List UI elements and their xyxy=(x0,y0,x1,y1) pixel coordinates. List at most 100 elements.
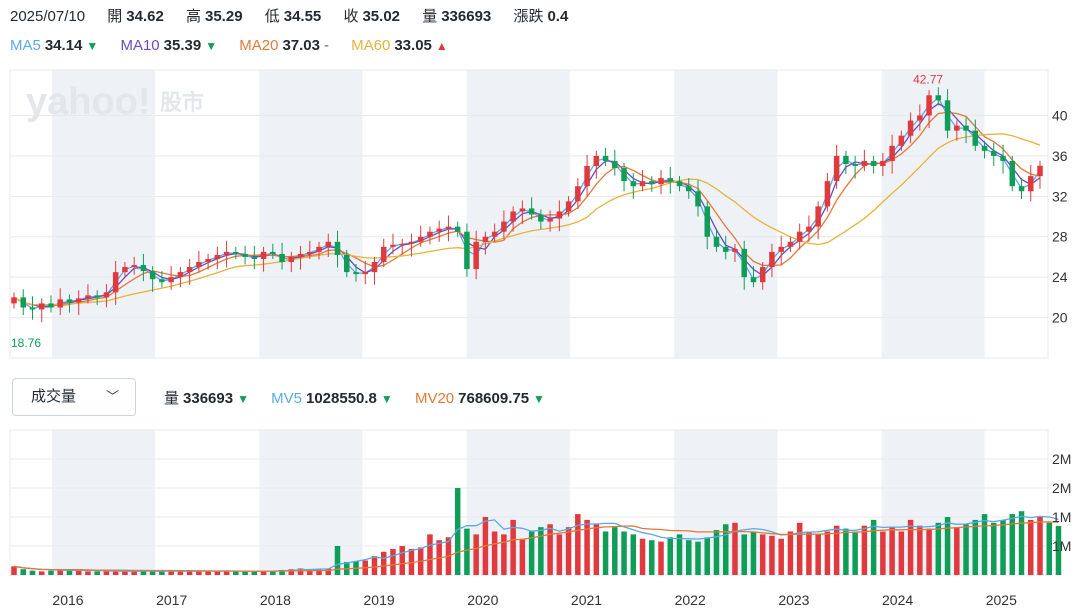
volume-bar xyxy=(501,534,507,575)
candle-body xyxy=(260,251,267,259)
candle-body xyxy=(547,218,553,222)
volume-bar xyxy=(935,522,942,575)
candle-body xyxy=(344,254,350,273)
candle-body xyxy=(464,231,470,270)
volume-tick-label: 1M xyxy=(1052,509,1071,525)
candle-body xyxy=(630,181,637,187)
volume-bar xyxy=(695,541,701,575)
candle-body xyxy=(658,178,664,185)
candle-body xyxy=(676,181,683,187)
volume-bar xyxy=(85,571,91,575)
price-tick-label: 20 xyxy=(1052,310,1068,326)
volume-bar xyxy=(131,571,137,575)
candle-body xyxy=(538,214,544,222)
candle-body xyxy=(279,253,285,262)
volume-tick-label: 2M xyxy=(1052,451,1071,467)
volume-bar xyxy=(556,534,563,575)
volume-tick-label: 1M xyxy=(1052,538,1071,554)
volume-bar xyxy=(630,534,637,575)
candle-body xyxy=(787,241,794,247)
volume-bar xyxy=(11,566,17,575)
candle-body xyxy=(880,160,886,166)
candle-body xyxy=(954,125,960,131)
candle-body xyxy=(926,95,932,116)
candle-body xyxy=(649,181,655,185)
volume-bar xyxy=(491,531,498,575)
candle-body xyxy=(57,299,63,308)
candle-body xyxy=(621,168,627,182)
candle-body xyxy=(852,163,858,166)
year-tick-label: 2018 xyxy=(260,592,291,608)
volume-bar xyxy=(926,528,932,575)
candle-body xyxy=(297,253,304,257)
candle-body xyxy=(944,100,951,131)
stock-chart[interactable]: yahoo! 股市 2024283236401M1M2M2M2016 2017 20… xyxy=(0,0,1082,613)
candle-body xyxy=(11,297,17,304)
volume-bar xyxy=(575,514,581,575)
candle-body xyxy=(66,299,73,303)
candle-body xyxy=(482,236,489,242)
volume-bar xyxy=(547,524,553,575)
candle-body xyxy=(85,295,91,299)
candle-body xyxy=(307,251,313,254)
candle-body xyxy=(223,251,230,255)
candle-body xyxy=(981,145,988,151)
volume-bar xyxy=(380,551,387,575)
candle-body xyxy=(510,211,516,222)
candle-body xyxy=(565,201,572,212)
year-tick-label: 2017 xyxy=(156,592,187,608)
volume-bar xyxy=(1028,519,1034,575)
volume-bar xyxy=(233,571,239,575)
max-price-label: 42.77 xyxy=(913,72,943,86)
candle-body xyxy=(584,166,590,187)
candle-body xyxy=(704,206,710,237)
volume-bar xyxy=(371,556,378,575)
volume-bar xyxy=(38,571,45,575)
year-shade xyxy=(259,430,363,575)
candle-body xyxy=(122,267,128,273)
candle-body xyxy=(556,211,563,219)
candle-body xyxy=(575,186,581,202)
year-tick-label: 2019 xyxy=(364,592,395,608)
year-tick-label: 2016 xyxy=(52,592,83,608)
volume-bar xyxy=(972,519,979,575)
price-tick-label: 24 xyxy=(1052,269,1068,285)
volume-bar xyxy=(159,571,165,575)
candle-body xyxy=(436,228,442,232)
candle-body xyxy=(334,241,341,255)
volume-bar xyxy=(177,571,184,575)
volume-bar xyxy=(658,541,664,575)
candle-body xyxy=(1028,176,1034,192)
volume-tick-label: 2M xyxy=(1052,480,1071,496)
candle-body xyxy=(112,272,119,293)
volume-bar xyxy=(149,571,156,575)
year-shade xyxy=(259,70,363,358)
year-shade xyxy=(881,430,985,575)
candle-body xyxy=(94,295,100,298)
candle-body xyxy=(528,208,535,215)
candle-body xyxy=(288,256,295,262)
candle-body xyxy=(907,120,914,136)
volume-bar xyxy=(464,528,470,575)
volume-bar xyxy=(1037,517,1043,575)
candle-body xyxy=(103,292,110,298)
year-tick-label: 2022 xyxy=(675,592,706,608)
candle-body xyxy=(20,297,26,308)
volume-bar xyxy=(954,527,960,575)
year-shade xyxy=(466,70,570,358)
volume-bar xyxy=(861,525,868,575)
candle-body xyxy=(519,208,526,212)
candle-body xyxy=(843,155,849,164)
candle-body xyxy=(722,246,729,252)
candle-body xyxy=(445,226,452,229)
volume-bar xyxy=(667,537,674,575)
volume-bar xyxy=(843,528,849,575)
candle-body xyxy=(1009,160,1016,187)
candle-body xyxy=(131,265,137,268)
year-shade xyxy=(466,430,570,575)
yahoo-watermark: yahoo! xyxy=(26,81,151,123)
year-tick-label: 2023 xyxy=(778,592,809,608)
volume-bar xyxy=(880,531,886,575)
candle-body xyxy=(667,178,674,182)
volume-bar xyxy=(639,538,646,575)
